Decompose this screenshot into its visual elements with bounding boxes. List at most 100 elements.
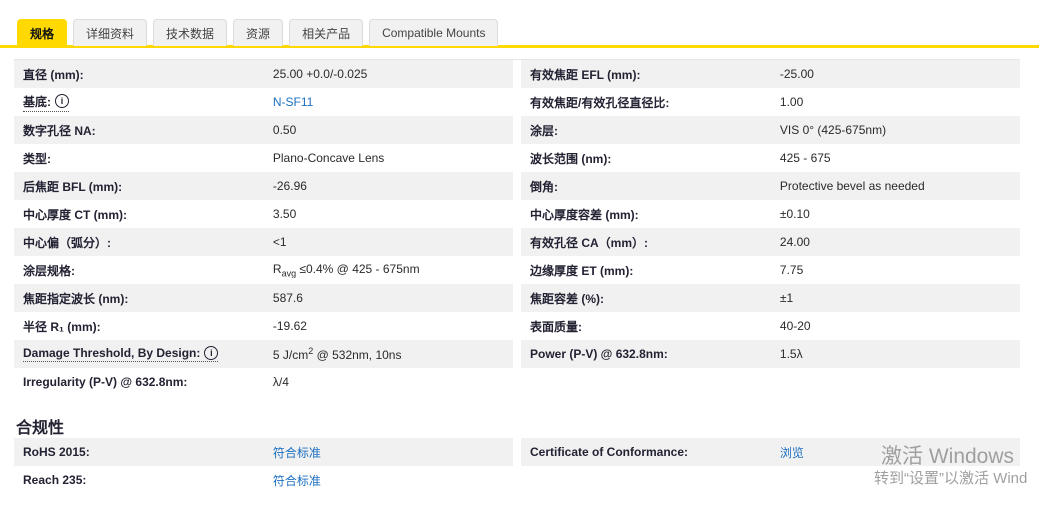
spec-value: -26.96 [272, 179, 307, 193]
spec-label: 波长范围 (nm): [530, 151, 612, 166]
spec-row-et: 边缘厚度 ET (mm): 7.75 [521, 256, 1020, 284]
spec-value: ±0.10 [779, 207, 810, 221]
spec-row-damage-threshold: Damage Threshold, By Design: 5 J/cm2 @ 5… [14, 340, 513, 368]
spec-label: 后焦距 BFL (mm): [23, 179, 123, 194]
tab-specs[interactable]: 规格 [17, 19, 68, 46]
spec-row-irregularity: Irregularity (P-V) @ 632.8nm: λ/4 [14, 368, 513, 396]
spec-row-design-wavelength: 焦距指定波长 (nm): 587.6 [14, 284, 513, 312]
windows-activation-hint: 转到“设置”以激活 Wind [874, 470, 1028, 487]
spec-row-ct-tolerance: 中心厚度容差 (mm): ±0.10 [521, 200, 1020, 228]
spec-value: 425 - 675 [779, 151, 831, 165]
spec-value: 40-20 [779, 319, 811, 333]
spec-value: 1.5λ [779, 347, 803, 361]
spec-label: Irregularity (P-V) @ 632.8nm: [23, 375, 188, 389]
spec-tables: 直径 (mm): 25.00 +0.0/-0.025 基底: N-SF11 数字… [14, 59, 1020, 396]
spec-value: N-SF11 [273, 95, 513, 109]
spec-value: Plano-Concave Lens [272, 151, 385, 165]
spec-table-left: 直径 (mm): 25.00 +0.0/-0.025 基底: N-SF11 数字… [14, 60, 513, 396]
spec-value: Ravg ≤0.4% @ 425 - 675nm [272, 261, 420, 279]
tooltip-label[interactable]: 基底: [23, 93, 69, 112]
spec-label: 表面质量: [530, 319, 582, 334]
spec-label: 有效孔径 CA（mm）: [530, 235, 649, 250]
reach-link[interactable]: 符合标准 [273, 474, 321, 488]
coc-browse-link[interactable]: 浏览 [780, 446, 804, 460]
spec-table-right: 有效焦距 EFL (mm): -25.00 有效焦距/有效孔径直径比: 1.00… [521, 60, 1020, 396]
tab-related-products[interactable]: 相关产品 [289, 19, 364, 46]
info-icon[interactable] [204, 346, 219, 360]
spec-value: -19.62 [272, 319, 307, 333]
spec-label: Certificate of Conformance: [530, 445, 689, 459]
spec-label: 数字孔径 NA: [23, 123, 96, 138]
spec-value: ±1 [779, 291, 794, 305]
tab-details[interactable]: 详细资料 [73, 19, 148, 46]
spec-row-surface-quality: 表面质量: 40-20 [521, 312, 1020, 340]
spec-row-coating: 涂层: VIS 0° (425-675nm) [521, 116, 1020, 144]
spec-label: RoHS 2015: [23, 445, 90, 459]
spec-row-bfl: 后焦距 BFL (mm): -26.96 [14, 172, 513, 200]
spec-value: λ/4 [272, 375, 289, 389]
spec-label: 焦距指定波长 (nm): [23, 291, 129, 306]
compliance-table-left: RoHS 2015: 符合标准 Reach 235: 符合标准 [14, 438, 513, 494]
spec-label: 基底: [23, 93, 273, 112]
spec-label: 直径 (mm): [23, 67, 84, 82]
spec-row-substrate: 基底: N-SF11 [14, 88, 513, 116]
spec-value: 0.50 [272, 123, 297, 137]
rohs-link[interactable]: 符合标准 [273, 446, 321, 460]
spec-row-na: 数字孔径 NA: 0.50 [14, 116, 513, 144]
tooltip-label[interactable]: Damage Threshold, By Design: [23, 346, 219, 362]
spec-value: 5 J/cm2 @ 532nm, 10ns [272, 346, 402, 362]
spec-value: 25.00 +0.0/-0.025 [272, 67, 368, 81]
spec-value: 符合标准 [273, 472, 513, 489]
spec-value: 24.00 [779, 235, 810, 249]
tab-technical-data[interactable]: 技术数据 [153, 19, 228, 46]
spec-label: 有效焦距 EFL (mm): [530, 67, 641, 82]
spec-label: 有效焦距/有效孔径直径比: [530, 95, 670, 110]
compliance-row-rohs: RoHS 2015: 符合标准 [14, 438, 513, 466]
spec-label: Power (P-V) @ 632.8nm: [530, 347, 668, 361]
spec-value: 587.6 [272, 291, 303, 305]
spec-label: 中心厚度 CT (mm): [23, 207, 127, 222]
spec-value: Protective bevel as needed [779, 179, 925, 193]
spec-label: 中心厚度容差 (mm): [530, 207, 639, 222]
spec-label: 焦距容差 (%): [530, 291, 604, 306]
spec-row-fl-tolerance: 焦距容差 (%): ±1 [521, 284, 1020, 312]
spec-value: 符合标准 [273, 444, 513, 461]
spec-value: 7.75 [779, 263, 804, 277]
spec-row-diameter: 直径 (mm): 25.00 +0.0/-0.025 [14, 60, 513, 88]
tab-bar: 规格 详细资料 技术数据 资源 相关产品 Compatible Mounts [17, 19, 499, 46]
compliance-section-title: 合规性 [16, 420, 65, 437]
substrate-link[interactable]: N-SF11 [273, 95, 313, 109]
spec-label: 中心偏（弧分）: [23, 235, 111, 250]
spec-row-ct: 中心厚度 CT (mm): 3.50 [14, 200, 513, 228]
spec-row-coating-spec: 涂层规格: Ravg ≤0.4% @ 425 - 675nm [14, 256, 513, 284]
spec-value: VIS 0° (425-675nm) [779, 123, 887, 137]
spec-label: Damage Threshold, By Design: [23, 346, 273, 362]
spec-row-ca: 有效孔径 CA（mm）: 24.00 [521, 228, 1020, 256]
windows-activation-watermark: 激活 Windows [881, 445, 1015, 468]
spec-value: -25.00 [779, 67, 814, 81]
spec-label-text: 基底: [23, 94, 51, 109]
tab-resources[interactable]: 资源 [233, 19, 284, 46]
info-icon[interactable] [55, 94, 69, 108]
spec-value: <1 [272, 235, 287, 249]
spec-label: 倒角: [530, 179, 558, 194]
spec-row-type: 类型: Plano-Concave Lens [14, 144, 513, 172]
spec-label: 类型: [23, 151, 51, 166]
spec-row-radius: 半径 R₁ (mm): -19.62 [14, 312, 513, 340]
spec-value: 1.00 [779, 95, 804, 109]
tab-compatible-mounts[interactable]: Compatible Mounts [369, 19, 499, 46]
spec-label: 涂层规格: [23, 263, 75, 278]
spec-row-fnumber: 有效焦距/有效孔径直径比: 1.00 [521, 88, 1020, 116]
spec-label: 涂层: [530, 123, 558, 138]
compliance-row-reach: Reach 235: 符合标准 [14, 466, 513, 494]
spec-label: Reach 235: [23, 473, 87, 487]
spec-label-text: Damage Threshold, By Design: [23, 346, 201, 360]
spec-row-bevel: 倒角: Protective bevel as needed [521, 172, 1020, 200]
spec-label: 半径 R₁ (mm): [23, 319, 101, 334]
spec-row-wavelength-range: 波长范围 (nm): 425 - 675 [521, 144, 1020, 172]
compliance-tables: RoHS 2015: 符合标准 Reach 235: 符合标准 Certific… [14, 438, 1020, 494]
spec-value: 3.50 [272, 207, 297, 221]
spec-row-centration: 中心偏（弧分）: <1 [14, 228, 513, 256]
spec-row-efl: 有效焦距 EFL (mm): -25.00 [521, 60, 1020, 88]
spec-row-power: Power (P-V) @ 632.8nm: 1.5λ [521, 340, 1020, 368]
